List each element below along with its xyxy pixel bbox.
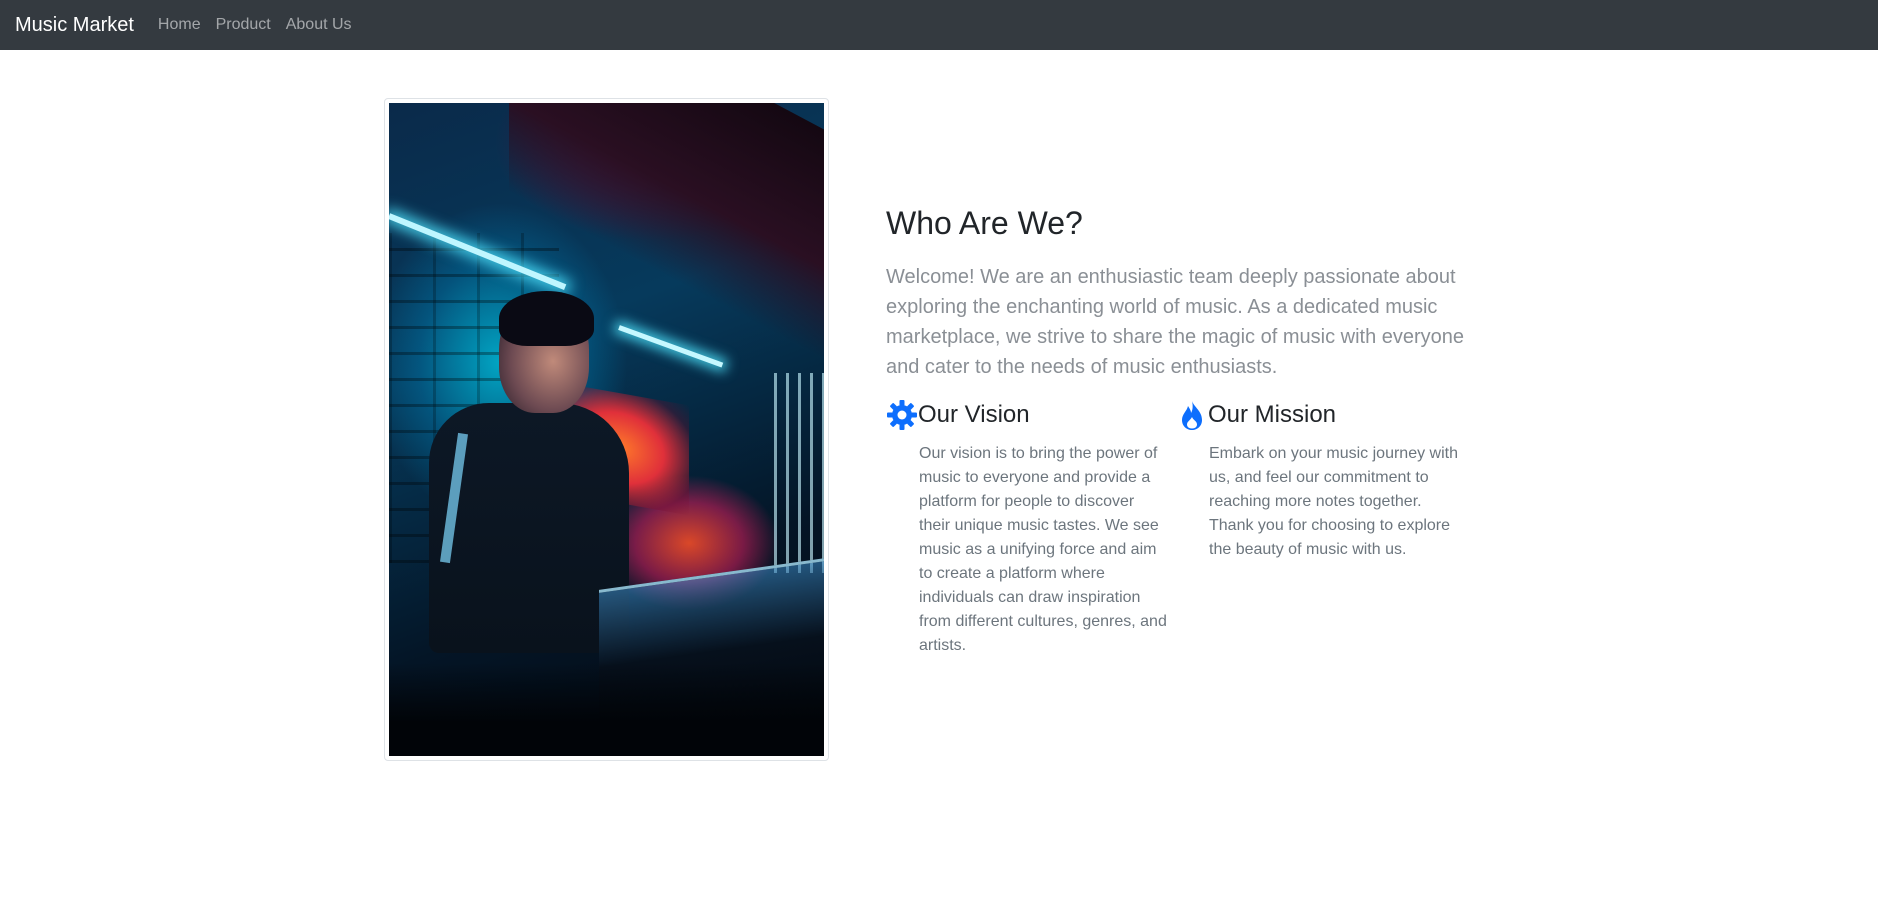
- page-title: Who Are We?: [886, 205, 1083, 241]
- gear-icon: [886, 399, 918, 431]
- intro-paragraph: Welcome! We are an enthusiastic team dee…: [886, 266, 1465, 378]
- top-navbar: Music Market Home Product About Us: [0, 0, 1878, 50]
- about-photo-frame: [384, 98, 829, 761]
- vision-title: Our Vision: [918, 401, 1030, 428]
- brand-link[interactable]: Music Market: [15, 14, 134, 37]
- drummer-photo: [389, 103, 824, 756]
- mission-block: Our Mission Embark on your music journey…: [1176, 398, 1466, 658]
- mission-title: Our Mission: [1208, 401, 1337, 428]
- vision-block: Our Vision Our vision is to bring the po…: [886, 398, 1176, 658]
- about-section: Who Are We? Welcome! We are an enthusias…: [886, 205, 1466, 658]
- nav-link-product[interactable]: Product: [216, 16, 271, 34]
- mission-text: Embark on your music journey with us, an…: [1209, 445, 1458, 558]
- nav-link-home[interactable]: Home: [158, 16, 201, 34]
- vision-mission-row: Our Vision Our vision is to bring the po…: [886, 398, 1466, 658]
- nav-link-about-us[interactable]: About Us: [286, 16, 352, 34]
- fire-icon: [1176, 399, 1208, 431]
- vision-text: Our vision is to bring the power of musi…: [919, 445, 1167, 654]
